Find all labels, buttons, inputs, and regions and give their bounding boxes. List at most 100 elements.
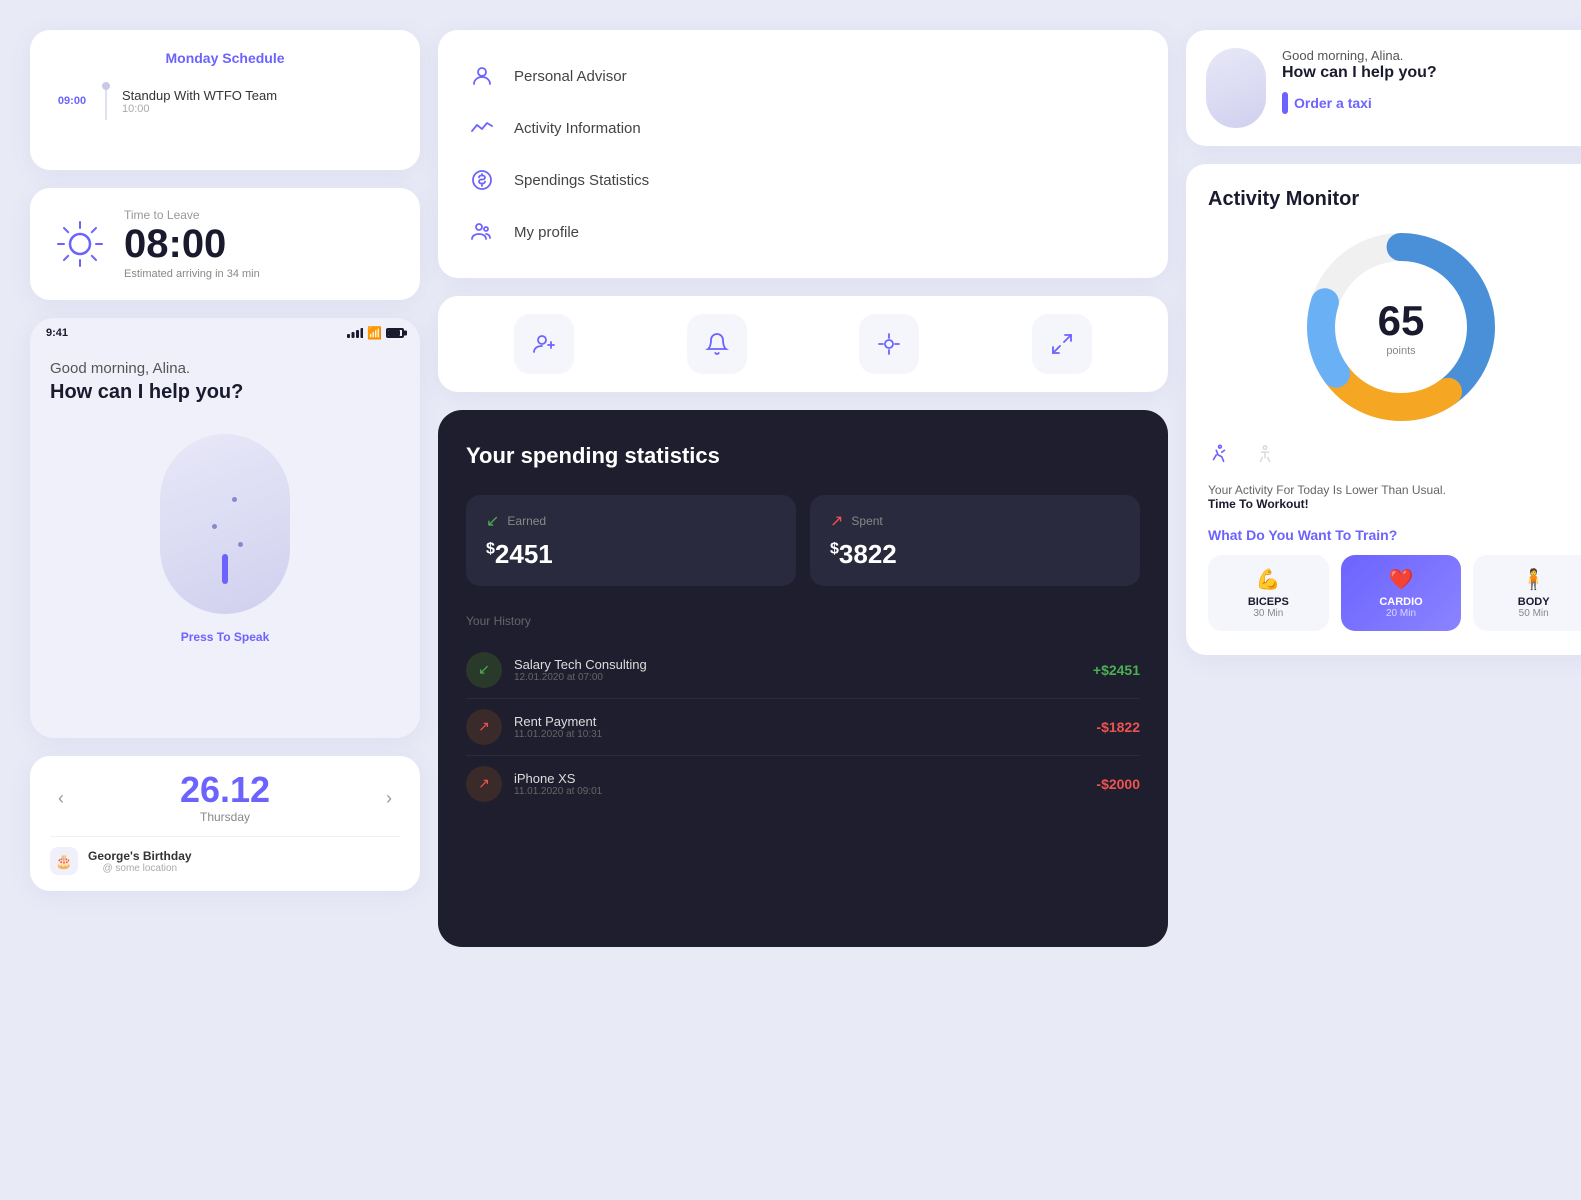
signal-icon bbox=[347, 328, 363, 338]
history-item-amount: -$2000 bbox=[1096, 776, 1140, 792]
event-title: George's Birthday bbox=[88, 849, 192, 863]
column-3: Good morning, Alina. How can I help you?… bbox=[1186, 30, 1581, 947]
mic-pill-icon bbox=[1282, 92, 1288, 114]
earned-arrow-icon: ↙ bbox=[486, 511, 499, 531]
greeting-text: Good morning, Alina. bbox=[50, 360, 400, 377]
schedule-item: 09:00 Standup With WTFO Team 10:00 bbox=[54, 76, 396, 126]
history-item: ↗ iPhone XS11.01.2020 at 09:01 -$2000 bbox=[466, 756, 1140, 812]
assistant-orb-small bbox=[1206, 48, 1266, 128]
history-item-icon: ↙ bbox=[466, 652, 502, 688]
greeting-bold: How can I help you? bbox=[50, 381, 400, 404]
assistant-greeting: Good morning, Alina. bbox=[1282, 48, 1437, 63]
history-item-date: 11.01.2020 at 10:31 bbox=[514, 729, 602, 740]
schedule-label: Standup With WTFO Team bbox=[122, 88, 396, 103]
main-grid: Monday Schedule 09:00 Standup With WTFO … bbox=[0, 0, 1581, 1200]
spent-box: ↗ Spent $3822 bbox=[810, 495, 1140, 586]
date-display: 26.12 bbox=[180, 772, 270, 808]
icons-row-card bbox=[438, 296, 1168, 392]
history-item-amount: -$1822 bbox=[1096, 719, 1140, 735]
history-title: Your History bbox=[466, 614, 1140, 628]
history-item-name: iPhone XS bbox=[514, 771, 602, 786]
spent-amount: $3822 bbox=[830, 539, 1120, 570]
schedule-time-bottom: 10:00 bbox=[122, 103, 396, 115]
history-item-date: 12.01.2020 at 07:00 bbox=[514, 672, 647, 683]
sun-icon bbox=[54, 218, 106, 270]
time-leave-sub: Time to Leave bbox=[124, 208, 260, 222]
train-title: What Do You Want To Train? bbox=[1208, 527, 1581, 543]
monday-schedule-card: Monday Schedule 09:00 Standup With WTFO … bbox=[30, 30, 420, 170]
order-taxi-button[interactable]: Order a taxi bbox=[1282, 92, 1372, 114]
inactive-icon bbox=[1254, 443, 1276, 471]
time-top: 09:00 bbox=[58, 95, 86, 107]
biceps-label: BICEPS bbox=[1216, 596, 1321, 608]
assistant-question: How can I help you? bbox=[1282, 63, 1437, 84]
menu-item-profile[interactable]: My profile bbox=[466, 206, 1140, 258]
spent-label: Spent bbox=[851, 514, 882, 528]
train-body-button[interactable]: 🧍 BODY 50 Min bbox=[1473, 555, 1581, 631]
body-duration: 50 Min bbox=[1481, 608, 1581, 619]
train-biceps-button[interactable]: 💪 BICEPS 30 Min bbox=[1208, 555, 1329, 631]
bell-button[interactable] bbox=[687, 314, 747, 374]
spent-arrow-icon: ↗ bbox=[830, 511, 843, 531]
event-row: 🎂 George's Birthday @ some location bbox=[50, 836, 400, 875]
monday-title: Monday Schedule bbox=[54, 50, 396, 66]
date-day: Thursday bbox=[180, 810, 270, 824]
date-card: ‹ 26.12 Thursday › 🎂 George's Birthday @… bbox=[30, 756, 420, 891]
train-options: 💪 BICEPS 30 Min ❤️ CARDIO 20 Min 🧍 BODY … bbox=[1208, 555, 1581, 631]
spending-title: Your spending statistics bbox=[466, 442, 1140, 471]
spending-card: Your spending statistics ↙ Earned $2451 … bbox=[438, 410, 1168, 947]
history-item-date: 11.01.2020 at 09:01 bbox=[514, 786, 602, 797]
status-time: 9:41 bbox=[46, 327, 68, 339]
train-cardio-button[interactable]: ❤️ CARDIO 20 Min bbox=[1341, 555, 1462, 631]
prev-date-button[interactable]: ‹ bbox=[50, 788, 72, 809]
time-leave-estimated: Estimated arriving in 34 min bbox=[124, 268, 260, 280]
profile-icon bbox=[466, 216, 498, 248]
activity-desc-bold: Time To Workout! bbox=[1208, 497, 1309, 511]
menu-card: Personal Advisor Activity Information bbox=[438, 30, 1168, 278]
history-item-icon: ↗ bbox=[466, 709, 502, 745]
cardio-label: CARDIO bbox=[1349, 596, 1454, 608]
activity-monitor-card: Activity Monitor 65 points bbox=[1186, 164, 1581, 655]
dot bbox=[102, 82, 110, 90]
biceps-duration: 30 Min bbox=[1216, 608, 1321, 619]
body-icon: 🧍 bbox=[1481, 567, 1581, 592]
column-2: Personal Advisor Activity Information bbox=[438, 30, 1168, 947]
cardio-icon: ❤️ bbox=[1349, 567, 1454, 592]
next-date-button[interactable]: › bbox=[378, 788, 400, 809]
menu-label-profile: My profile bbox=[514, 224, 579, 241]
status-bar: 9:41 📶 bbox=[30, 318, 420, 344]
activity-icon bbox=[466, 112, 498, 144]
column-1: Monday Schedule 09:00 Standup With WTFO … bbox=[30, 30, 420, 947]
spendings-icon bbox=[466, 164, 498, 196]
earned-label: Earned bbox=[507, 514, 546, 528]
history-item: ↙ Salary Tech Consulting12.01.2020 at 07:… bbox=[466, 642, 1140, 699]
history-list: ↙ Salary Tech Consulting12.01.2020 at 07:… bbox=[466, 642, 1140, 812]
activity-points-label: points bbox=[1378, 345, 1425, 357]
activity-donut: 65 points bbox=[1208, 227, 1581, 427]
expand-button[interactable] bbox=[1032, 314, 1092, 374]
mic-indicator bbox=[222, 554, 228, 584]
biceps-icon: 💪 bbox=[1216, 567, 1321, 592]
menu-label-personal-advisor: Personal Advisor bbox=[514, 68, 627, 85]
phone-voice-card: 9:41 📶 Good morning, Alina. How bbox=[30, 318, 420, 738]
event-sub: @ some location bbox=[88, 863, 192, 874]
activity-title: Activity Monitor bbox=[1208, 188, 1581, 211]
history-item: ↗ Rent Payment11.01.2020 at 10:31 -$1822 bbox=[466, 699, 1140, 756]
ai-button[interactable] bbox=[859, 314, 919, 374]
history-item-name: Salary Tech Consulting bbox=[514, 657, 647, 672]
cardio-duration: 20 Min bbox=[1349, 608, 1454, 619]
menu-item-personal-advisor[interactable]: Personal Advisor bbox=[466, 50, 1140, 102]
personal-advisor-icon bbox=[466, 60, 498, 92]
menu-item-activity[interactable]: Activity Information bbox=[466, 102, 1140, 154]
history-item-icon: ↗ bbox=[466, 766, 502, 802]
activity-desc: Your Activity For Today Is Lower Than Us… bbox=[1208, 483, 1581, 511]
menu-item-spendings[interactable]: Spendings Statistics bbox=[466, 154, 1140, 206]
event-icon: 🎂 bbox=[50, 847, 78, 875]
voice-orb[interactable] bbox=[160, 434, 290, 614]
running-icon bbox=[1208, 443, 1230, 471]
battery-icon bbox=[386, 328, 404, 338]
press-to-speak-label[interactable]: Press To Speak bbox=[181, 630, 270, 644]
add-user-button[interactable] bbox=[514, 314, 574, 374]
body-label: BODY bbox=[1481, 596, 1581, 608]
history-item-name: Rent Payment bbox=[514, 714, 602, 729]
